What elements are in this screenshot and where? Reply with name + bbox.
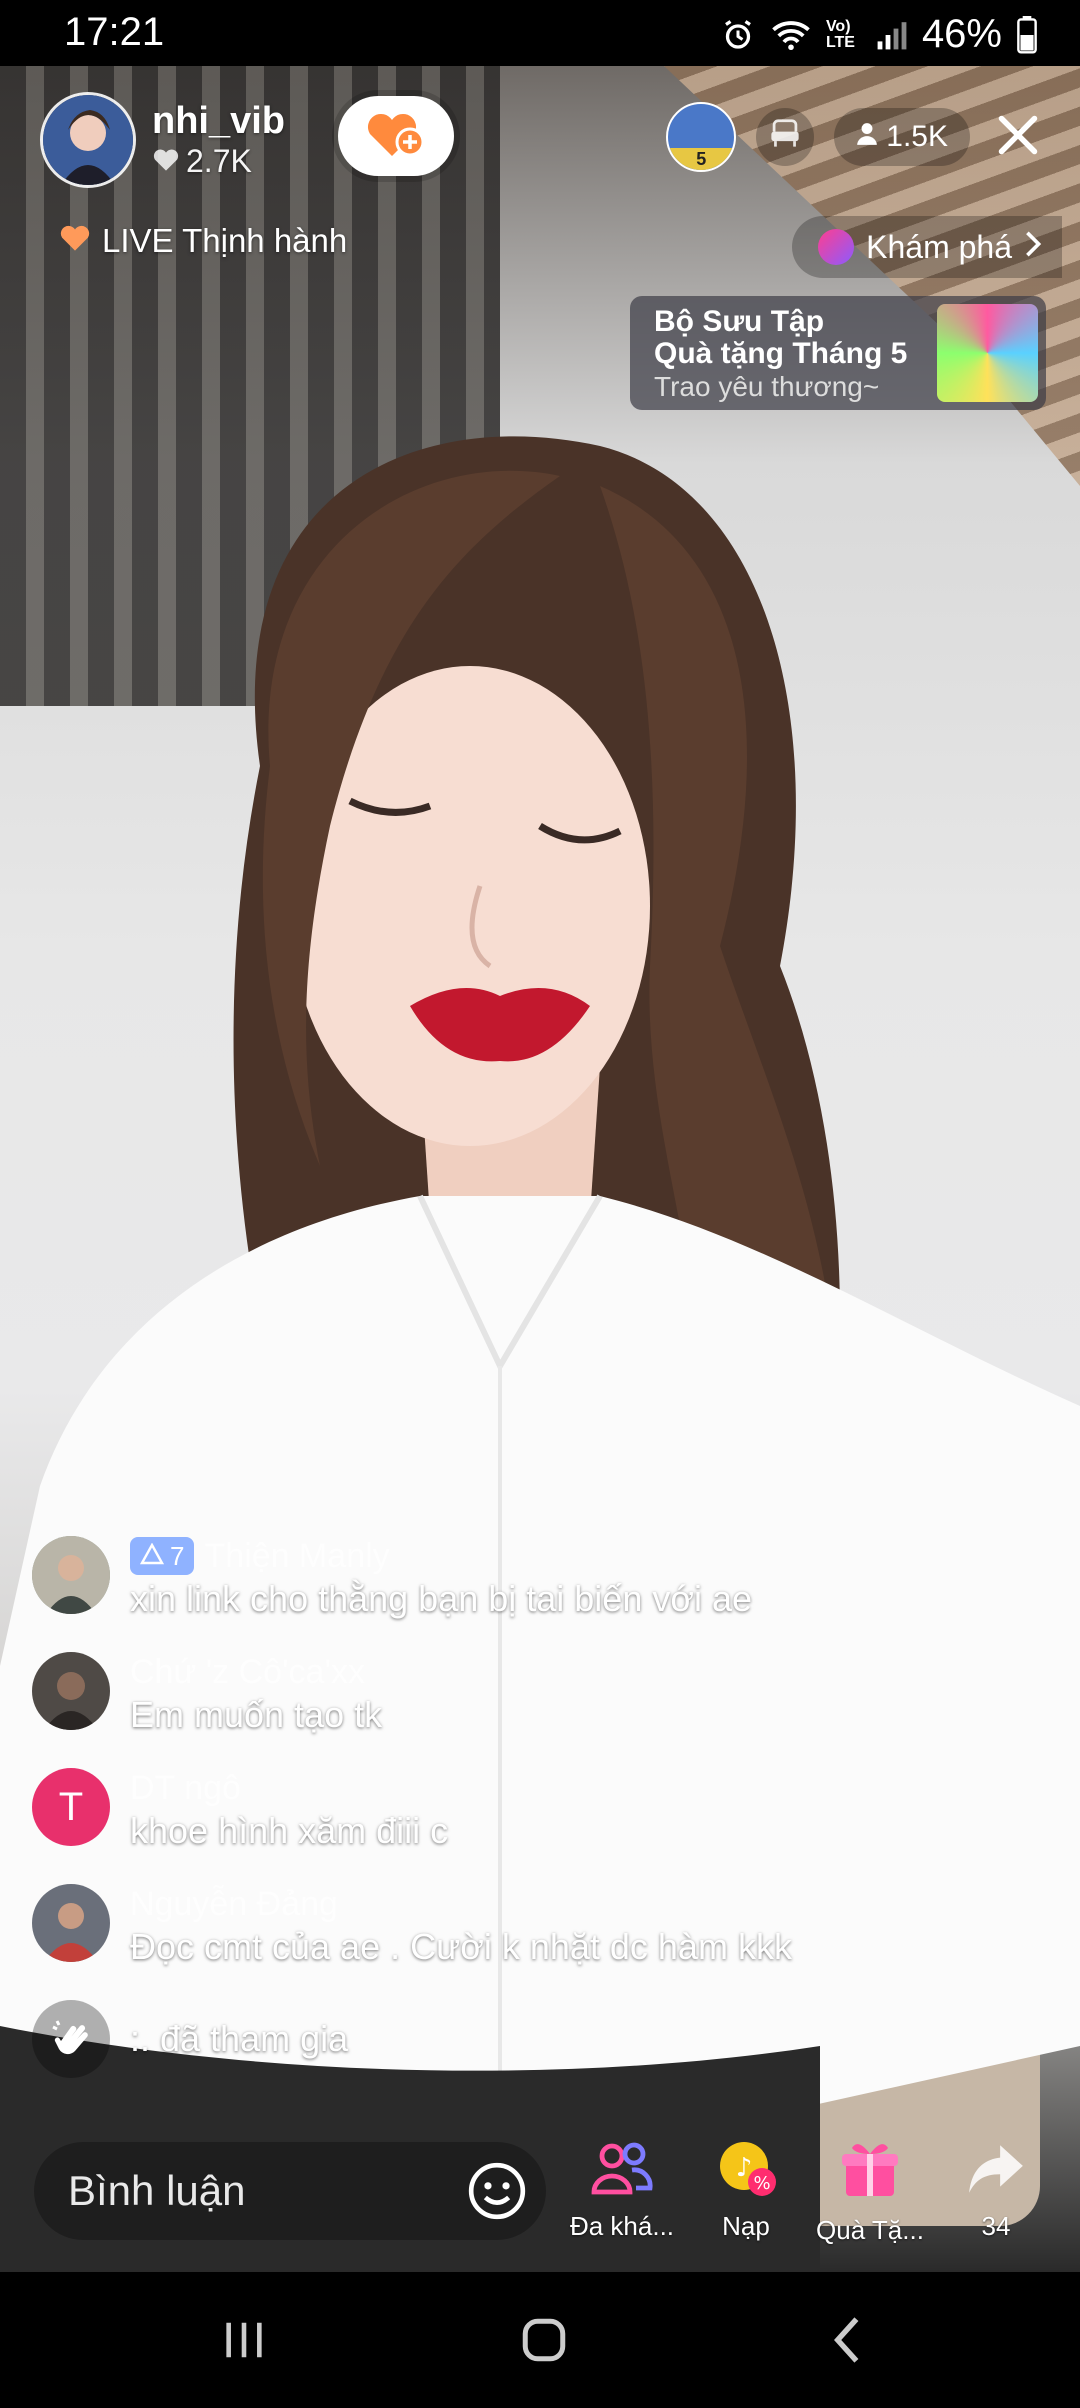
commenter-name[interactable]: Thiện Manly bbox=[204, 1536, 389, 1576]
explore-button[interactable]: Khám phá bbox=[792, 216, 1062, 278]
viewer-count-value: 1.5K bbox=[886, 120, 948, 153]
heart-icon bbox=[152, 143, 180, 180]
heart-icon bbox=[58, 222, 92, 260]
emoji-icon[interactable] bbox=[466, 2160, 528, 2222]
recent-apps-button[interactable] bbox=[214, 2312, 274, 2372]
user-level-value: 7 bbox=[170, 1541, 185, 1571]
user-level-badge: 7 bbox=[130, 1536, 195, 1576]
host-likes-count: 2.7K bbox=[186, 143, 252, 179]
battery-icon bbox=[1016, 15, 1038, 54]
gift-collection-banner[interactable]: Bộ Sưu Tập Quà tặng Tháng 5 Trao yêu thư… bbox=[630, 296, 1046, 410]
promo-subtitle: Trao yêu thương~ bbox=[654, 371, 880, 402]
level-triangle-icon bbox=[139, 1536, 165, 1576]
host-name: nhi_vib bbox=[152, 100, 286, 142]
seat-icon bbox=[768, 118, 802, 156]
alarm-icon bbox=[720, 17, 756, 53]
comment-item: 7 Thiện Manly xin link cho thằng bạn bị … bbox=[32, 1536, 1032, 1622]
host-avatar[interactable] bbox=[40, 92, 136, 188]
viewer-count[interactable]: 1.5K bbox=[834, 108, 970, 166]
comment-input[interactable]: Bình luận bbox=[34, 2142, 546, 2240]
recharge-label: Nạp bbox=[722, 2211, 770, 2241]
status-bar: 17:21 Vo) LTE 46% bbox=[0, 0, 1080, 66]
comment-item: Chứ 'z Cô'ca'xx Em muốn tạo tk bbox=[32, 1652, 1032, 1738]
join-notification: :. đã tham gia bbox=[32, 2000, 1032, 2078]
share-count: 34 bbox=[981, 2211, 1011, 2241]
chevron-right-icon bbox=[1024, 229, 1042, 266]
comment-text: Em muốn tạo tk bbox=[130, 1694, 383, 1735]
comment-feed: 7 Thiện Manly xin link cho thằng bạn bị … bbox=[32, 1536, 1032, 2078]
signal-icon bbox=[876, 18, 908, 52]
wave-icon bbox=[32, 2000, 110, 2078]
gift-collage-image bbox=[936, 304, 1038, 402]
home-icon bbox=[519, 2315, 569, 2370]
multi-guest-label: Đa khá... bbox=[569, 2211, 675, 2241]
host-info[interactable]: nhi_vib 2.7K bbox=[40, 92, 285, 188]
commenter-avatar[interactable] bbox=[32, 1536, 110, 1614]
live-ranking-label: LIVE Thịnh hành bbox=[102, 222, 348, 259]
commenter-avatar[interactable] bbox=[32, 1652, 110, 1730]
back-icon bbox=[828, 2315, 864, 2370]
follow-button[interactable] bbox=[338, 96, 454, 176]
gift-label: Quà Tặ... bbox=[816, 2215, 924, 2245]
system-nav-bar bbox=[0, 2272, 1080, 2408]
recharge-icon: ♪% bbox=[716, 2142, 776, 2202]
back-button[interactable] bbox=[816, 2312, 876, 2372]
network-type: Vo) LTE bbox=[825, 17, 855, 51]
viewer-icon bbox=[856, 120, 878, 154]
explore-label: Khám phá bbox=[866, 228, 1012, 265]
join-text: :. đã tham gia bbox=[130, 2018, 349, 2059]
bottom-action-bar: Bình luận Đa khá... ♪% Nạp Quà Tặ... 34 bbox=[0, 2130, 1080, 2272]
close-button[interactable] bbox=[990, 109, 1046, 165]
multi-guest-button[interactable]: Đa khá... bbox=[562, 2138, 682, 2242]
gift-icon bbox=[838, 2144, 902, 2206]
battery-percent: 46% bbox=[921, 12, 1002, 56]
add-follow-icon bbox=[364, 106, 428, 167]
recharge-button[interactable]: ♪% Nạp bbox=[686, 2138, 806, 2242]
svg-text:%: % bbox=[753, 2173, 770, 2194]
live-ranking-tag[interactable]: LIVE Thịnh hành bbox=[58, 222, 347, 260]
status-time: 17:21 bbox=[64, 10, 165, 54]
comment-text: Đọc cmt của ae . Cười k nhặt dc hàm kkk bbox=[130, 1926, 792, 1967]
wifi-icon bbox=[770, 17, 812, 53]
commenter-name[interactable]: Nguyễn Đảng bbox=[130, 1884, 338, 1924]
promo-title-line2: Quà tặng Tháng 5 bbox=[654, 337, 908, 370]
share-icon bbox=[965, 2145, 1027, 2202]
commenter-name[interactable]: DT ngô bbox=[130, 1768, 241, 1808]
commenter-avatar[interactable]: T bbox=[32, 1768, 110, 1846]
promo-title-line1: Bộ Sưu Tập bbox=[654, 305, 825, 338]
top-viewer-avatar[interactable]: 5 bbox=[666, 102, 737, 172]
gift-button[interactable]: Quà Tặ... bbox=[810, 2138, 930, 2246]
host-likes: 2.7K bbox=[152, 143, 285, 180]
top-right-controls: 5 1.5K bbox=[666, 102, 1046, 172]
seat-button[interactable] bbox=[756, 108, 815, 166]
top-viewer-rank: 5 bbox=[668, 148, 735, 170]
share-button[interactable]: 34 bbox=[936, 2138, 1056, 2242]
multi-guest-icon bbox=[590, 2142, 654, 2202]
explore-ball-icon bbox=[818, 229, 855, 265]
comment-text: xin link cho thằng bạn bị tai biến với a… bbox=[130, 1578, 753, 1619]
comment-item: Nguyễn Đảng Đọc cmt của ae . Cười k nhặt… bbox=[32, 1884, 1032, 1970]
recent-apps-icon bbox=[221, 2318, 267, 2367]
status-icons: Vo) LTE 46% bbox=[720, 12, 1038, 57]
commenter-name[interactable]: Chứ 'z Cô'ca'xx bbox=[130, 1652, 365, 1692]
close-icon bbox=[996, 113, 1040, 162]
home-button[interactable] bbox=[514, 2312, 574, 2372]
comment-text: khoe hình xăm điii c bbox=[130, 1810, 449, 1851]
comment-placeholder: Bình luận bbox=[68, 2167, 246, 2214]
comment-item: T DT ngô khoe hình xăm điii c bbox=[32, 1768, 1032, 1854]
commenter-avatar[interactable] bbox=[32, 1884, 110, 1962]
